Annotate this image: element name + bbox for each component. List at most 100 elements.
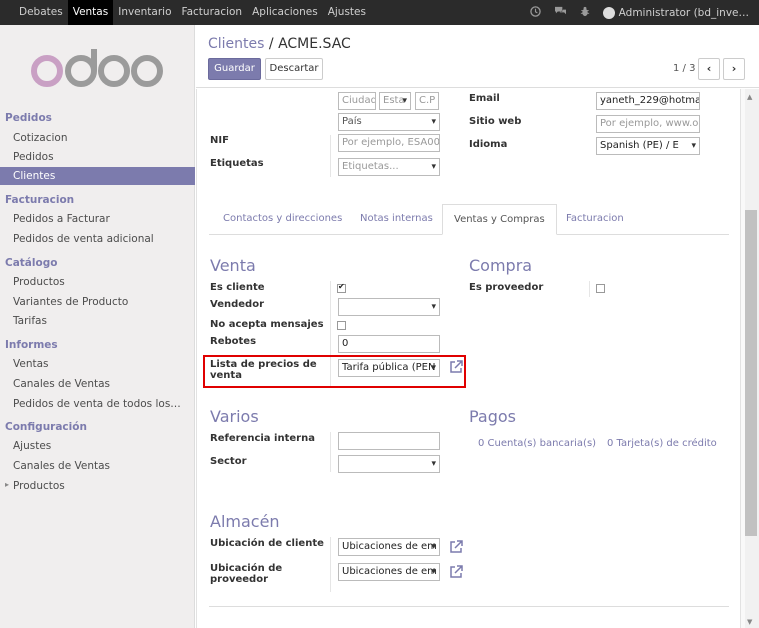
section-configuracion: Configuración (5, 421, 87, 433)
top-navbar: Debates Ventas Inventario Facturacion Ap… (0, 0, 759, 25)
tab-notas[interactable]: Notas internas (360, 204, 433, 235)
breadcrumb-current: ACME.SAC (278, 36, 351, 52)
sidebar-item-clientes[interactable]: Clientes (0, 167, 195, 185)
sector-select[interactable] (338, 455, 440, 473)
nif-input[interactable]: Por ejemplo, ESA00 (338, 134, 440, 152)
chat-icon[interactable] (554, 6, 567, 20)
pager-prev-button[interactable]: ‹ (698, 58, 720, 80)
external-link-icon[interactable] (449, 540, 463, 554)
section-title-varios: Varios (210, 407, 259, 426)
menu-aplicaciones[interactable]: Aplicaciones (247, 0, 323, 25)
bank-accounts-link[interactable]: 0 Cuenta(s) bancaria(s) (478, 438, 596, 449)
zip-input[interactable]: C.P (415, 92, 439, 110)
customer-checkbox[interactable] (337, 282, 346, 293)
section-title-venta: Venta (210, 256, 256, 275)
customer-label: Es cliente (210, 282, 265, 293)
email-input[interactable]: yaneth_229@hotma (596, 92, 700, 110)
notebook-tabs: Contactos y direcciones Notas internas V… (209, 204, 729, 235)
highlight-box (203, 355, 466, 388)
country-select[interactable]: País (338, 113, 440, 131)
systray: Administrator (bd_inve… (517, 0, 749, 25)
supplier-location-select[interactable]: Ubicaciones de em (338, 563, 440, 581)
credit-cards-link[interactable]: 0 Tarjeta(s) de crédito (607, 438, 717, 449)
breadcrumb-parent[interactable]: Clientes (208, 36, 264, 52)
section-title-pagos: Pagos (469, 407, 517, 426)
external-link-icon[interactable] (449, 565, 463, 579)
bug-icon[interactable] (580, 6, 590, 20)
language-select[interactable]: Spanish (PE) / E (596, 137, 700, 155)
tab-ventas-compras[interactable]: Ventas y Compras (442, 204, 557, 235)
user-menu[interactable]: Administrator (bd_inve… (619, 7, 749, 19)
divider (209, 606, 729, 607)
sidebar-item-ajustes[interactable]: Ajustes (13, 440, 51, 452)
sidebar-item-pedidos[interactable]: Pedidos (13, 151, 54, 163)
website-input[interactable]: Por ejemplo, www.oc (596, 115, 700, 133)
menu-debates[interactable]: Debates (14, 0, 68, 25)
supplier-location-label: Ubicación de proveedor (210, 563, 282, 585)
sidebar-item-productos-config[interactable]: Productos (13, 480, 65, 492)
no-messages-checkbox[interactable] (337, 321, 346, 330)
section-pedidos: Pedidos (5, 112, 52, 124)
scroll-down-icon[interactable]: ▼ (747, 618, 752, 626)
sidebar-item-canales-config[interactable]: Canales de Ventas (13, 460, 110, 472)
sidebar-item-ventas[interactable]: Ventas (13, 358, 49, 370)
sidebar-item-canales[interactable]: Canales de Ventas (13, 378, 110, 390)
scrollbar-thumb[interactable] (745, 210, 757, 536)
pager-value[interactable]: 1 / 3 (673, 63, 695, 74)
divider (330, 135, 331, 177)
customer-location-select[interactable]: Ubicaciones de em (338, 538, 440, 556)
breadcrumb-separator: / (268, 36, 274, 52)
no-messages-label: No acepta mensajes (210, 319, 324, 330)
tab-contactos[interactable]: Contactos y direcciones (223, 204, 342, 235)
city-input[interactable]: Ciudad (338, 92, 376, 110)
sidebar-item-variantes[interactable]: Variantes de Producto (13, 296, 128, 308)
menu-ajustes[interactable]: Ajustes (323, 0, 371, 25)
section-catalogo: Catálogo (5, 257, 58, 269)
section-title-compra: Compra (469, 256, 533, 275)
salesperson-label: Vendedor (210, 299, 264, 310)
sidebar-item-productos[interactable]: Productos (13, 276, 65, 288)
supplier-location-label-line1: Ubicación de (210, 563, 283, 574)
supplier-checkbox[interactable] (596, 284, 605, 293)
main-menu: Debates Ventas Inventario Facturacion Ap… (14, 0, 371, 25)
menu-inventario[interactable]: Inventario (113, 0, 176, 25)
language-label: Idioma (469, 139, 508, 150)
section-informes: Informes (5, 339, 58, 351)
section-facturacion: Facturacion (5, 194, 75, 206)
bounce-label: Rebotes (210, 336, 257, 347)
save-button[interactable]: Guardar (208, 58, 261, 80)
customer-location-label: Ubicación de cliente (210, 538, 324, 549)
supplier-label: Es proveedor (469, 282, 544, 293)
menu-facturacion[interactable]: Facturacion (177, 0, 248, 25)
avatar[interactable] (602, 6, 615, 19)
divider (330, 432, 331, 472)
odoo-logo[interactable] (26, 45, 166, 95)
bounce-input[interactable]: 0 (338, 335, 440, 353)
caret-right-icon[interactable]: ▸ (5, 480, 9, 489)
supplier-location-label-line2: proveedor (210, 574, 269, 585)
tags-label: Etiquetas (210, 158, 264, 169)
clock-icon[interactable] (529, 5, 541, 20)
internal-ref-input[interactable] (338, 432, 440, 450)
divider (589, 281, 590, 297)
sidebar-item-tarifas[interactable]: Tarifas (13, 315, 47, 327)
sidebar-item-pedidos-todos[interactable]: Pedidos de venta de todos los… (13, 398, 181, 410)
scroll-up-icon[interactable]: ▲ (747, 93, 752, 101)
sidebar-item-cotizacion[interactable]: Cotizacion (13, 132, 68, 144)
breadcrumb: Clientes / ACME.SAC (208, 36, 351, 52)
sector-label: Sector (210, 456, 247, 467)
sidebar-item-pedidos-adicional[interactable]: Pedidos de venta adicional (13, 233, 154, 245)
email-label: Email (469, 93, 500, 104)
sidebar-item-pedidos-a-facturar[interactable]: Pedidos a Facturar (13, 213, 110, 225)
section-title-almacen: Almacén (210, 512, 280, 531)
menu-ventas[interactable]: Ventas (67, 0, 114, 25)
divider (330, 537, 331, 592)
state-select[interactable]: Esta (379, 92, 411, 110)
tab-facturacion[interactable]: Facturacion (566, 204, 624, 235)
pager-next-button[interactable]: › (723, 58, 745, 80)
website-label: Sitio web (469, 116, 522, 127)
salesperson-select[interactable] (338, 298, 440, 316)
nif-label: NIF (210, 135, 229, 146)
discard-button[interactable]: Descartar (265, 58, 323, 80)
tags-select[interactable]: Etiquetas... (338, 158, 440, 176)
